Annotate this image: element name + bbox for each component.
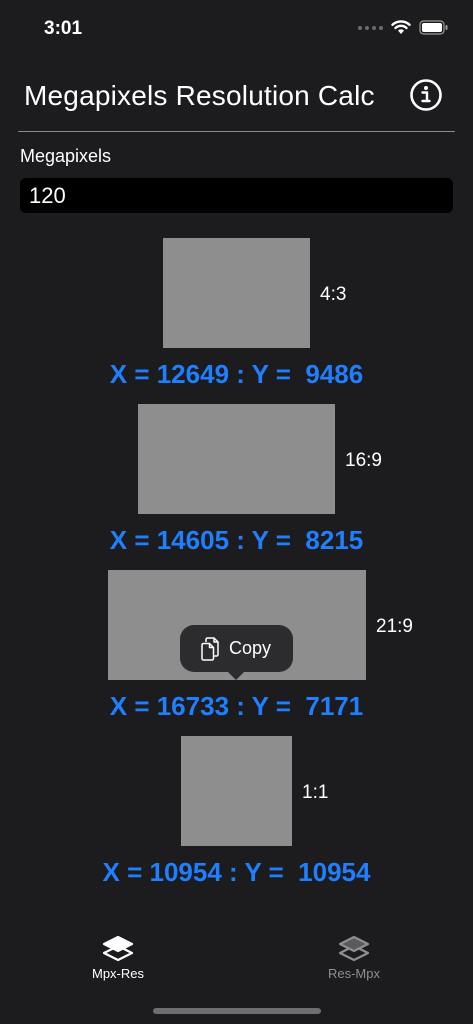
megapixels-label: Megapixels [20,146,112,166]
copy-label: Copy [229,638,272,658]
result-21-9[interactable]: X = 16733 : Y = 7171 [0,691,473,722]
tab-res-mpx-label: Res-Mpx [327,966,380,981]
tab-mpx-res[interactable]: Mpx-Res [58,924,178,981]
status-bar: 3:01 [0,0,473,56]
status-icons [358,20,449,35]
battery-icon [419,20,448,35]
header: Megapixels Resolution Calc [24,76,453,116]
info-icon[interactable] [409,78,443,112]
result-1-1[interactable]: X = 10954 : Y = 10954 [0,857,473,888]
cellular-signal-icon [358,25,383,30]
megapixels-input[interactable] [20,178,453,213]
ratio-label-1-1: 1:1 [302,782,329,803]
result-16-9[interactable]: X = 14605 : Y = 8215 [0,525,473,556]
status-time: 3:01 [44,18,83,39]
copy-popup[interactable]: Copy [180,625,293,680]
header-divider [18,131,455,132]
page-title: Megapixels Resolution Calc [24,80,375,111]
tab-mpx-res-label: Mpx-Res [91,966,144,981]
ratio-box-1-1 [181,736,292,846]
home-indicator [153,1008,321,1014]
ratio-label-4-3: 4:3 [320,284,347,305]
ratio-box-16-9 [138,404,335,514]
layers-icon [102,935,134,962]
ratio-label-21-9: 21:9 [376,616,413,637]
ratio-label-16-9: 16:9 [345,450,382,471]
tab-res-mpx[interactable]: Res-Mpx [294,924,414,981]
ratio-box-4-3 [163,238,310,348]
layers-icon [338,935,370,962]
wifi-icon [391,20,411,34]
copy-icon [201,636,219,661]
result-4-3[interactable]: X = 12649 : Y = 9486 [0,359,473,390]
